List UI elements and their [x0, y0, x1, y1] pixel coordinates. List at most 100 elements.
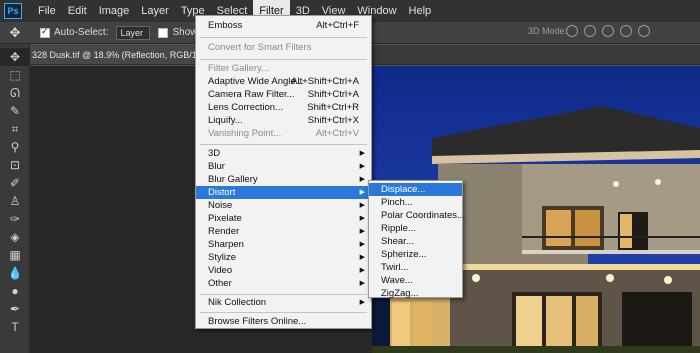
vanishing-point-label: Vanishing Point... [208, 128, 282, 139]
camera-raw-filter-item[interactable]: Camera Raw Filter... Shift+Ctrl+A [196, 88, 371, 101]
filter-menu-dropdown: Emboss Alt+Ctrl+F Convert for Smart Filt… [195, 15, 372, 329]
lens-correction-item[interactable]: Lens Correction... Shift+Ctrl+R [196, 101, 371, 114]
submenu-other-label: Other [208, 278, 232, 289]
filter-gallery-item[interactable]: Filter Gallery... [196, 62, 371, 75]
history-brush-tool-icon[interactable]: ✑ [0, 210, 30, 228]
submenu-blur-label: Blur [208, 161, 225, 172]
3d-drag-icon[interactable] [602, 25, 614, 37]
distort-spherize-item[interactable]: Spherize... [369, 248, 462, 261]
convert-smart-filters-item[interactable]: Convert for Smart Filters [196, 41, 371, 54]
submenu-arrow-icon: ▶ [359, 241, 365, 248]
submenu-video-label: Video [208, 265, 233, 276]
submenu-blur-gallery-item[interactable]: Blur Gallery ▶ [196, 173, 371, 186]
auto-select-checkbox[interactable] [40, 26, 50, 38]
distort-twirl-item[interactable]: Twirl... [369, 261, 462, 274]
submenu-arrow-icon: ▶ [359, 150, 365, 157]
document-tab[interactable]: 328 Dusk.tif @ 18.9% (Reflection, RGB/16… [30, 45, 200, 65]
3d-mode-controls [566, 25, 650, 37]
camera-raw-filter-label: Camera Raw Filter... [208, 89, 295, 100]
submenu-video-item[interactable]: Video ▶ [196, 264, 371, 277]
submenu-arrow-icon: ▶ [359, 189, 365, 196]
submenu-arrow-icon: ▶ [359, 202, 365, 209]
filter-emboss-label: Emboss [208, 20, 243, 31]
vanishing-point-item[interactable]: Vanishing Point... Alt+Ctrl+V [196, 127, 371, 140]
submenu-other-item[interactable]: Other ▶ [196, 277, 371, 290]
submenu-noise-label: Noise [208, 200, 233, 211]
photoshop-logo-icon: Ps [4, 3, 22, 19]
submenu-distort-item[interactable]: Distort ▶ [196, 186, 371, 199]
show-transform-checkbox[interactable] [158, 27, 169, 38]
adaptive-wide-angle-item[interactable]: Adaptive Wide Angle... Alt+Shift+Ctrl+A [196, 75, 371, 88]
distort-pinch-item[interactable]: Pinch... [369, 196, 462, 209]
submenu-noise-item[interactable]: Noise ▶ [196, 199, 371, 212]
3d-slide-icon[interactable] [620, 25, 632, 37]
distort-ripple-item[interactable]: Ripple... [369, 222, 462, 235]
adaptive-wide-angle-shortcut: Alt+Shift+Ctrl+A [291, 76, 359, 87]
camera-raw-filter-shortcut: Shift+Ctrl+A [307, 89, 359, 100]
type-tool-icon[interactable]: T [0, 318, 30, 336]
tools-panel: ✥ ⬚ ᘏ ✎ ⌗ ⚲ ⊡ ✐ ♙ ✑ ◈ ▦ 💧 ● ✒ T [0, 44, 30, 353]
browse-filters-online-label: Browse Filters Online... [208, 316, 307, 327]
move-tool-preset-icon[interactable]: ✥ [0, 22, 30, 44]
distort-polar-coordinates-item[interactable]: Polar Coordinates... [369, 209, 465, 222]
distort-zigzag-item[interactable]: ZigZag... [369, 287, 462, 300]
gradient-tool-icon[interactable]: ▦ [0, 246, 30, 264]
submenu-arrow-icon: ▶ [359, 254, 365, 261]
menu-separator [200, 312, 367, 313]
submenu-blur-item[interactable]: Blur ▶ [196, 160, 371, 173]
menu-file[interactable]: File [32, 0, 62, 22]
distort-wave-item[interactable]: Wave... [369, 274, 462, 287]
menu-help[interactable]: Help [403, 0, 438, 22]
liquify-item[interactable]: Liquify... Shift+Ctrl+X [196, 114, 371, 127]
eyedropper-tool-icon[interactable]: ⚲ [0, 138, 30, 156]
3d-rotate-icon[interactable] [566, 25, 578, 37]
submenu-pixelate-item[interactable]: Pixelate ▶ [196, 212, 371, 225]
submenu-arrow-icon: ▶ [359, 267, 365, 274]
submenu-render-label: Render [208, 226, 240, 237]
lasso-tool-icon[interactable]: ᘏ [0, 84, 30, 102]
submenu-arrow-icon: ▶ [359, 228, 365, 235]
distort-displace-item[interactable]: Displace... [369, 183, 462, 196]
distort-shear-item[interactable]: Shear... [369, 235, 462, 248]
menu-image[interactable]: Image [93, 0, 136, 22]
vanishing-point-shortcut: Alt+Ctrl+V [315, 128, 359, 139]
adaptive-wide-angle-label: Adaptive Wide Angle... [208, 76, 304, 87]
clone-stamp-tool-icon[interactable]: ♙ [0, 192, 30, 210]
submenu-arrow-icon: ▶ [359, 215, 365, 222]
browse-filters-online-item[interactable]: Browse Filters Online... [196, 315, 371, 328]
submenu-sharpen-item[interactable]: Sharpen ▶ [196, 238, 371, 251]
quick-select-tool-icon[interactable]: ✎ [0, 102, 30, 120]
crop-tool-icon[interactable]: ⌗ [0, 120, 30, 138]
filter-gallery-label: Filter Gallery... [208, 63, 270, 74]
submenu-arrow-icon: ▶ [359, 163, 365, 170]
submenu-pixelate-label: Pixelate [208, 213, 242, 224]
menu-separator [200, 37, 367, 38]
eraser-tool-icon[interactable]: ◈ [0, 228, 30, 246]
submenu-3d-label: 3D [208, 148, 221, 159]
marquee-tool-icon[interactable]: ⬚ [0, 66, 30, 84]
move-tool-icon[interactable]: ✥ [0, 48, 30, 66]
dodge-tool-icon[interactable]: ● [0, 282, 30, 300]
nik-collection-item[interactable]: Nik Collection ▶ [196, 296, 371, 309]
lens-correction-shortcut: Shift+Ctrl+R [307, 102, 359, 113]
healing-brush-tool-icon[interactable]: ⊡ [0, 156, 30, 174]
filter-emboss-item[interactable]: Emboss Alt+Ctrl+F [196, 19, 371, 32]
pen-tool-icon[interactable]: ✒ [0, 300, 30, 318]
submenu-arrow-icon: ▶ [359, 176, 365, 183]
menu-separator [200, 59, 367, 60]
menu-layer[interactable]: Layer [135, 0, 175, 22]
brush-tool-icon[interactable]: ✐ [0, 174, 30, 192]
submenu-render-item[interactable]: Render ▶ [196, 225, 371, 238]
submenu-3d-item[interactable]: 3D ▶ [196, 147, 371, 160]
auto-select-target-dropdown[interactable]: Layer [116, 25, 151, 40]
3d-scale-icon[interactable] [638, 25, 650, 37]
menu-edit[interactable]: Edit [62, 0, 93, 22]
submenu-stylize-item[interactable]: Stylize ▶ [196, 251, 371, 264]
3d-roll-icon[interactable] [584, 25, 596, 37]
blur-tool-icon[interactable]: 💧 [0, 264, 30, 282]
submenu-blur-gallery-label: Blur Gallery [208, 174, 258, 185]
menu-separator [200, 294, 367, 295]
submenu-distort-label: Distort [208, 187, 236, 198]
3d-mode-label: 3D Mode: [528, 26, 568, 36]
auto-select-label: Auto-Select: [54, 27, 109, 38]
